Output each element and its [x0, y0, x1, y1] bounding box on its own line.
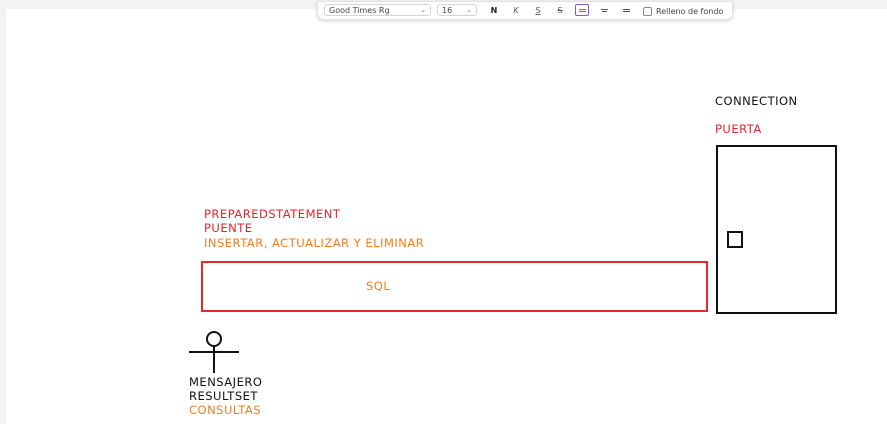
operations-label[interactable]: INSERTAR, ACTUALIZAR Y ELIMINAR	[204, 236, 424, 250]
resultset-label[interactable]: RESULTSET	[189, 389, 258, 403]
underline-button[interactable]: S	[531, 4, 545, 16]
bridge-label[interactable]: PUENTE	[204, 221, 253, 235]
bold-label: N	[490, 5, 498, 15]
door-shape[interactable]	[716, 145, 837, 314]
messenger-figure-icon[interactable]	[187, 329, 243, 375]
align-right-button[interactable]	[619, 4, 633, 16]
underline-label: S	[535, 5, 541, 15]
door-knob-shape[interactable]	[727, 231, 743, 248]
messenger-label[interactable]: MENSAJERO	[189, 375, 262, 389]
background-fill-label: Relleno de fondo	[656, 7, 724, 16]
strikethrough-button[interactable]: S	[553, 4, 567, 16]
prepared-statement-label[interactable]: PREPAREDSTATEMENT	[204, 207, 340, 221]
font-size-value: 16	[442, 5, 453, 15]
align-center-icon	[600, 8, 608, 12]
align-right-icon	[622, 8, 630, 12]
align-left-button[interactable]	[575, 4, 589, 16]
italic-button[interactable]: K	[509, 4, 523, 16]
bridge-rectangle[interactable]	[201, 261, 708, 312]
chevron-down-icon: ⌄	[420, 6, 426, 14]
connection-label[interactable]: CONNECTION	[715, 94, 798, 108]
chevron-down-icon: ⌄	[466, 6, 472, 14]
text-format-toolbar: Good Times Rg ⌄ 16 ⌄ N K S S Relleno de …	[317, 1, 733, 20]
bold-button[interactable]: N	[487, 4, 501, 16]
queries-label[interactable]: CONSULTAS	[189, 403, 261, 417]
strikethrough-label: S	[557, 5, 563, 15]
align-center-button[interactable]	[597, 4, 611, 16]
font-family-value: Good Times Rg	[329, 5, 390, 15]
font-family-dropdown[interactable]: Good Times Rg ⌄	[324, 4, 431, 16]
whiteboard-canvas[interactable]: Good Times Rg ⌄ 16 ⌄ N K S S Relleno de …	[6, 1, 887, 424]
sql-label[interactable]: SQL	[366, 279, 390, 293]
italic-label: K	[513, 5, 519, 15]
font-size-dropdown[interactable]: 16 ⌄	[437, 4, 477, 16]
align-left-icon	[578, 8, 586, 12]
door-label[interactable]: PUERTA	[715, 122, 762, 136]
background-fill-checkbox[interactable]	[643, 7, 652, 16]
